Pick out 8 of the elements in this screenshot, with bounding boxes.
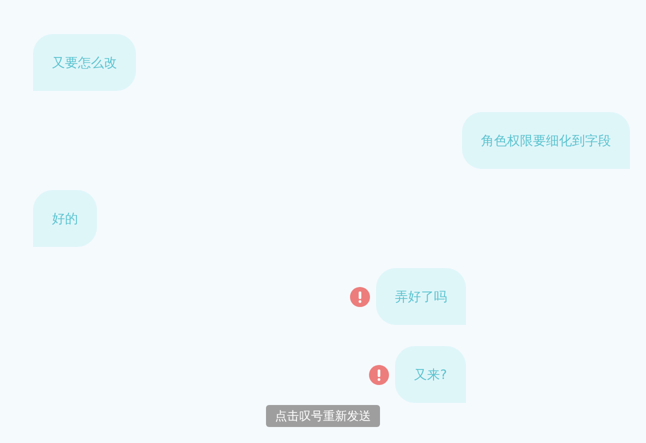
message-bubble: 又来?: [395, 346, 466, 403]
error-icon[interactable]: [369, 364, 390, 384]
message-bubble: 好的: [33, 190, 97, 247]
toast: 点击叹号重新发送: [266, 405, 380, 427]
message-bubble: 又要怎么改: [33, 34, 136, 91]
error-icon[interactable]: [350, 286, 370, 306]
message-bubble: 角色权限要细化到字段: [462, 112, 630, 169]
message-bubble: 弄好了吗: [376, 268, 466, 325]
